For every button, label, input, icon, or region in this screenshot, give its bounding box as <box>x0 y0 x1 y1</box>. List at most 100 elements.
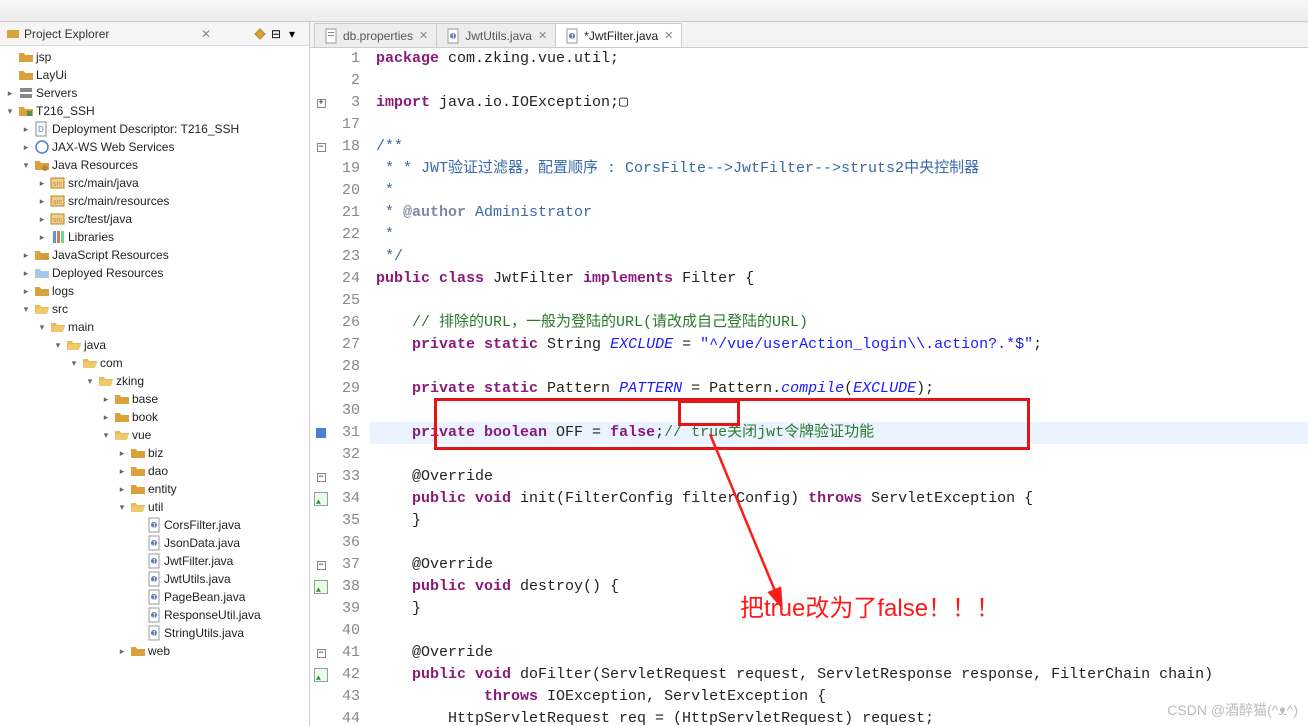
code-line[interactable]: * <box>376 180 1308 202</box>
tree-item[interactable]: ▸srcsrc/main/java <box>0 174 309 192</box>
code-line[interactable]: /** <box>376 136 1308 158</box>
collapse-icon[interactable]: ▸ <box>20 285 32 297</box>
tree-item[interactable]: ▸entity <box>0 480 309 498</box>
editor-body[interactable]: +−−−− 1231718192021222324252627282930313… <box>310 48 1308 726</box>
code-line[interactable]: * <box>376 224 1308 246</box>
expand-icon[interactable]: ▾ <box>20 303 32 315</box>
tree-item[interactable]: ▸srcsrc/test/java <box>0 210 309 228</box>
close-tab-icon[interactable]: ✕ <box>419 29 428 42</box>
tree-item[interactable]: ▾T216_SSH <box>0 102 309 120</box>
code-line[interactable]: @Override <box>376 554 1308 576</box>
collapse-all-icon[interactable]: ⊟ <box>271 27 285 41</box>
tree-item[interactable]: JStringUtils.java <box>0 624 309 642</box>
code-line[interactable]: private static Pattern PATTERN = Pattern… <box>376 378 1308 400</box>
collapse-icon[interactable]: ▸ <box>20 141 32 153</box>
tree-item[interactable]: ▾util <box>0 498 309 516</box>
code-line[interactable]: * @author Administrator <box>376 202 1308 224</box>
code-line[interactable]: public void doFilter(ServletRequest requ… <box>376 664 1308 686</box>
tree-item[interactable]: ▾java <box>0 336 309 354</box>
tree-item[interactable]: ▾vue <box>0 426 309 444</box>
code-line[interactable] <box>376 532 1308 554</box>
code-line[interactable]: HttpServletRequest req = (HttpServletReq… <box>376 708 1308 726</box>
tree-item[interactable]: ▸dao <box>0 462 309 480</box>
code-line[interactable]: throws IOException, ServletException { <box>376 686 1308 708</box>
editor-tab[interactable]: J*JwtFilter.java✕ <box>555 23 682 47</box>
code-line[interactable] <box>376 114 1308 136</box>
code-line[interactable] <box>376 70 1308 92</box>
tree-item[interactable]: JJwtFilter.java <box>0 552 309 570</box>
code-line[interactable]: @Override <box>376 466 1308 488</box>
expand-icon[interactable]: ▾ <box>20 159 32 171</box>
tree-item[interactable]: ▾zking <box>0 372 309 390</box>
code-line[interactable]: // 排除的URL，一般为登陆的URL(请改成自己登陆的URL) <box>376 312 1308 334</box>
code-line[interactable]: public class JwtFilter implements Filter… <box>376 268 1308 290</box>
tree-item[interactable]: ▸logs <box>0 282 309 300</box>
close-tab-icon[interactable]: ✕ <box>538 29 547 42</box>
tree-item[interactable]: JPageBean.java <box>0 588 309 606</box>
code-line[interactable] <box>376 620 1308 642</box>
view-menu-icon[interactable]: ▾ <box>289 27 303 41</box>
tree-item[interactable]: ▸biz <box>0 444 309 462</box>
code-line[interactable]: * * JWT验证过滤器，配置顺序 : CorsFilte-->JwtFilte… <box>376 158 1308 180</box>
code-line[interactable]: */ <box>376 246 1308 268</box>
tree-item[interactable]: ▸JAX-WS Web Services <box>0 138 309 156</box>
collapse-icon[interactable]: ▸ <box>4 87 16 99</box>
expand-icon[interactable]: ▾ <box>68 357 80 369</box>
code-line[interactable]: } <box>376 510 1308 532</box>
editor-tab[interactable]: db.properties✕ <box>314 23 437 47</box>
code-line[interactable]: package com.zking.vue.util; <box>376 48 1308 70</box>
expand-icon[interactable]: ▾ <box>4 105 16 117</box>
tree-item[interactable]: ▾com <box>0 354 309 372</box>
code-line[interactable] <box>376 400 1308 422</box>
editor-tab[interactable]: JJwtUtils.java✕ <box>436 23 556 47</box>
code-line[interactable]: public void init(FilterConfig filterConf… <box>376 488 1308 510</box>
expand-icon[interactable]: ▾ <box>100 429 112 441</box>
tree-item[interactable]: JJsonData.java <box>0 534 309 552</box>
collapse-icon[interactable]: ▸ <box>100 393 112 405</box>
tree-item[interactable]: ▾src <box>0 300 309 318</box>
tree-item[interactable]: ▸Deployed Resources <box>0 264 309 282</box>
expand-icon[interactable]: ▾ <box>52 339 64 351</box>
close-icon[interactable]: ✕ <box>201 27 215 41</box>
tree-item[interactable]: ▸base <box>0 390 309 408</box>
tree-item[interactable]: JResponseUtil.java <box>0 606 309 624</box>
tree-item[interactable]: ▾main <box>0 318 309 336</box>
code-line[interactable]: private static String EXCLUDE = "^/vue/u… <box>376 334 1308 356</box>
expand-icon[interactable]: ▾ <box>116 501 128 513</box>
tree-item[interactable]: JJwtUtils.java <box>0 570 309 588</box>
collapse-icon[interactable]: ▸ <box>20 249 32 261</box>
code-line[interactable] <box>376 290 1308 312</box>
collapse-icon[interactable]: ▸ <box>116 645 128 657</box>
collapse-icon[interactable]: ▸ <box>116 465 128 477</box>
toolbar-button[interactable] <box>4 2 24 20</box>
code-line[interactable] <box>376 356 1308 378</box>
tree-item[interactable]: ▸Libraries <box>0 228 309 246</box>
tree-item[interactable]: ▸JSJavaScript Resources <box>0 246 309 264</box>
code-line[interactable]: } <box>376 598 1308 620</box>
collapse-icon[interactable]: ▸ <box>36 213 48 225</box>
code-area[interactable]: package com.zking.vue.util; import java.i… <box>370 48 1308 726</box>
collapse-icon[interactable]: ▸ <box>20 123 32 135</box>
code-line[interactable] <box>376 444 1308 466</box>
close-tab-icon[interactable]: ✕ <box>664 29 673 42</box>
code-line[interactable]: private boolean OFF = false;// true关闭jwt… <box>376 422 1308 444</box>
tree-item[interactable]: ▸DDeployment Descriptor: T216_SSH <box>0 120 309 138</box>
tree-item[interactable]: ▸srcsrc/main/resources <box>0 192 309 210</box>
expand-icon[interactable]: ▾ <box>84 375 96 387</box>
tree-item[interactable]: ▾Java Resources <box>0 156 309 174</box>
collapse-icon[interactable]: ▸ <box>116 483 128 495</box>
code-line[interactable]: import java.io.IOException;▢ <box>376 92 1308 114</box>
tree-item[interactable]: ▸book <box>0 408 309 426</box>
collapse-icon[interactable]: ▸ <box>20 267 32 279</box>
collapse-icon[interactable]: ▸ <box>36 231 48 243</box>
tree-item[interactable]: ▸web <box>0 642 309 660</box>
collapse-icon[interactable]: ▸ <box>116 447 128 459</box>
project-tree[interactable]: jspLayUi▸Servers▾T216_SSH▸DDeployment De… <box>0 46 309 726</box>
collapse-icon[interactable]: ▸ <box>100 411 112 423</box>
code-line[interactable]: public void destroy() { <box>376 576 1308 598</box>
tree-item[interactable]: JCorsFilter.java <box>0 516 309 534</box>
link-editor-icon[interactable] <box>253 27 267 41</box>
expand-icon[interactable]: ▾ <box>36 321 48 333</box>
tree-item[interactable]: LayUi <box>0 66 309 84</box>
code-line[interactable]: @Override <box>376 642 1308 664</box>
